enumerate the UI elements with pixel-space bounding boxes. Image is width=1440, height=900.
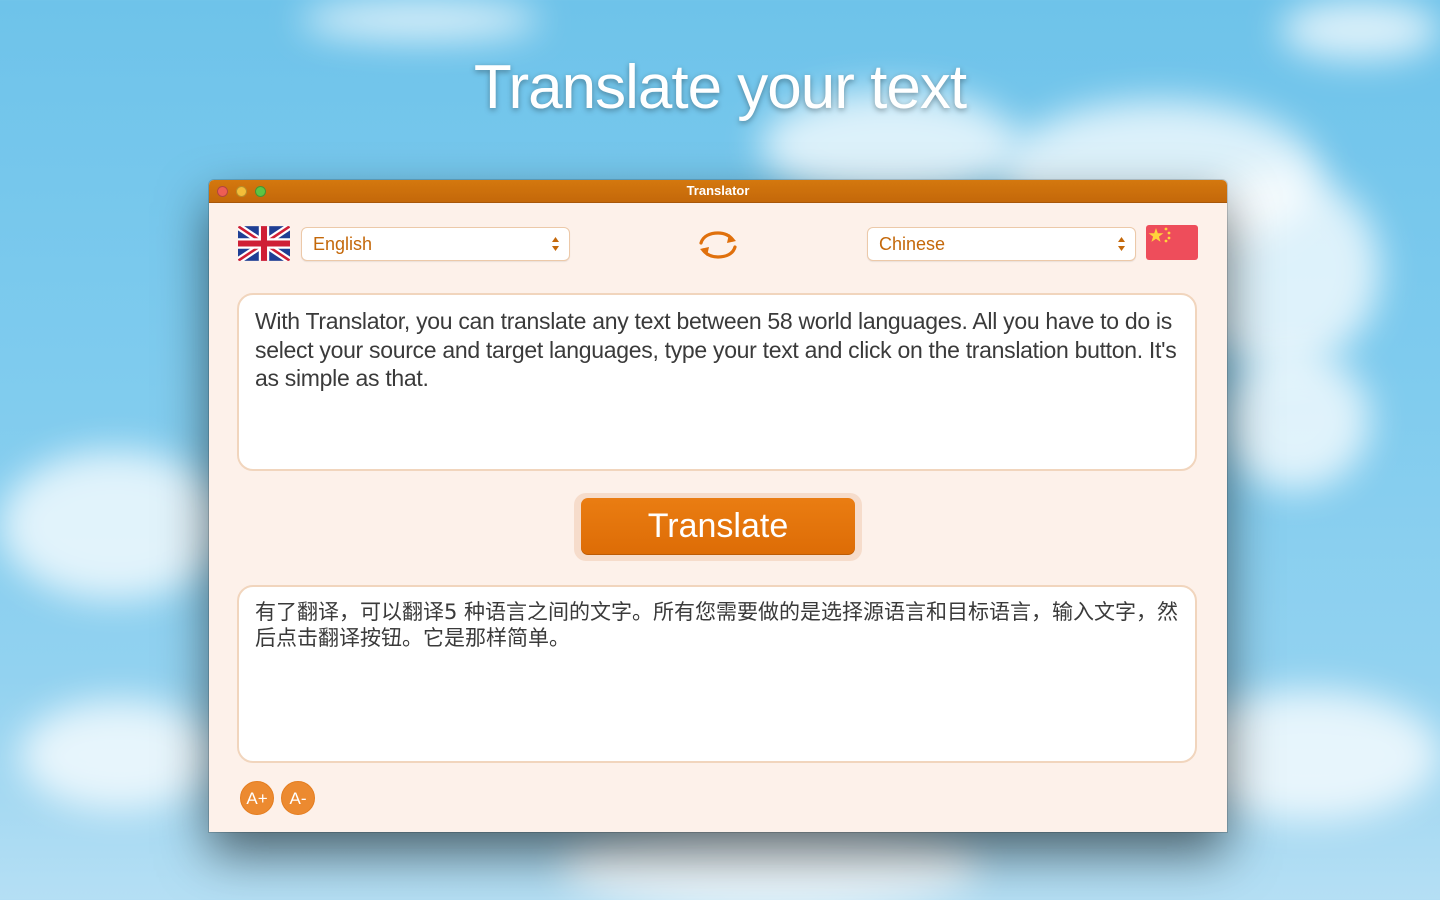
- translated-text-output[interactable]: 有了翻译，可以翻译5 种语言之间的文字。所有您需要做的是选择源语言和目标语言，输…: [237, 585, 1197, 763]
- target-language-label: Chinese: [879, 234, 946, 254]
- up-down-arrows-icon: [552, 237, 559, 251]
- background-cloud: [20, 700, 220, 810]
- background-cloud: [1280, 0, 1440, 60]
- up-down-arrows-icon: [1118, 237, 1125, 251]
- headline: Translate your text: [473, 53, 967, 122]
- window-titlebar[interactable]: Translator: [209, 180, 1227, 203]
- translator-window: Translator English Chinese With Translat…: [209, 180, 1227, 832]
- uk-flag-icon: [238, 226, 290, 261]
- swap-languages-icon[interactable]: [695, 230, 741, 260]
- translate-button-frame: Translate: [574, 493, 862, 561]
- decrease-font-button[interactable]: A-: [281, 781, 315, 815]
- background-cloud: [560, 820, 980, 900]
- china-flag-icon: [1146, 225, 1198, 260]
- source-text-input[interactable]: With Translator, you can translate any t…: [237, 293, 1197, 471]
- background-cloud: [300, 0, 540, 40]
- window-title: Translator: [686, 183, 750, 198]
- target-language-select[interactable]: Chinese: [867, 227, 1136, 261]
- source-language-label: English: [313, 234, 373, 254]
- translate-button[interactable]: Translate: [581, 498, 855, 555]
- increase-font-button[interactable]: A+: [240, 781, 274, 815]
- background-cloud: [1220, 350, 1370, 490]
- source-language-select[interactable]: English: [301, 227, 570, 261]
- background-cloud: [0, 450, 230, 600]
